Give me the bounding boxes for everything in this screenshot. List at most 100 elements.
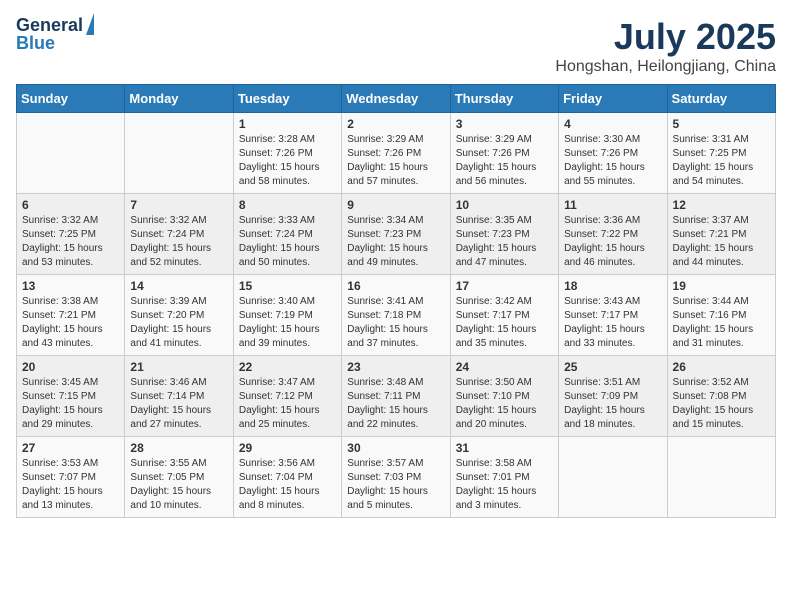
day-info: Sunrise: 3:29 AM Sunset: 7:26 PM Dayligh… <box>347 133 444 189</box>
logo-blue: Blue <box>16 34 55 54</box>
day-number: 14 <box>130 279 227 293</box>
day-info: Sunrise: 3:57 AM Sunset: 7:03 PM Dayligh… <box>347 457 444 513</box>
calendar-cell: 29Sunrise: 3:56 AM Sunset: 7:04 PM Dayli… <box>233 437 341 518</box>
calendar-cell: 14 Sunrise: 3:39 AM Sunset: 7:20 PM Dayli… <box>125 275 233 356</box>
day-info: Sunrise: 3:52 AM Sunset: 7:08 PM Dayligh… <box>673 376 770 432</box>
weekday-header: Friday <box>559 85 667 113</box>
day-number: 12 <box>673 198 770 212</box>
day-info: Sunrise: 3:40 AM Sunset: 7:19 PM Dayligh… <box>239 295 336 351</box>
day-info: Sunrise: 3:58 AM Sunset: 7:01 PM Dayligh… <box>456 457 553 513</box>
day-number: 16 <box>347 279 444 293</box>
day-number: 31 <box>456 441 553 455</box>
weekday-header: Thursday <box>450 85 558 113</box>
calendar-cell <box>125 113 233 194</box>
day-number: 20 <box>22 360 119 374</box>
day-number: 6 <box>22 198 119 212</box>
day-number: 9 <box>347 198 444 212</box>
calendar-cell: 26 Sunrise: 3:52 AM Sunset: 7:08 PM Dayli… <box>667 356 775 437</box>
day-number: 26 <box>673 360 770 374</box>
day-info: Sunrise: 3:44 AM Sunset: 7:16 PM Dayligh… <box>673 295 770 351</box>
calendar-cell: 8 Sunrise: 3:33 AM Sunset: 7:24 PM Daylig… <box>233 194 341 275</box>
day-number: 30 <box>347 441 444 455</box>
day-number: 23 <box>347 360 444 374</box>
day-info: Sunrise: 3:31 AM Sunset: 7:25 PM Dayligh… <box>673 133 770 189</box>
day-info: Sunrise: 3:55 AM Sunset: 7:05 PM Dayligh… <box>130 457 227 513</box>
day-number: 3 <box>456 117 553 131</box>
logo: General Blue <box>16 16 94 54</box>
day-info: Sunrise: 3:30 AM Sunset: 7:26 PM Dayligh… <box>564 133 661 189</box>
day-info: Sunrise: 3:51 AM Sunset: 7:09 PM Dayligh… <box>564 376 661 432</box>
day-number: 17 <box>456 279 553 293</box>
calendar-cell: 17 Sunrise: 3:42 AM Sunset: 7:17 PM Dayli… <box>450 275 558 356</box>
day-number: 4 <box>564 117 661 131</box>
calendar-cell: 28 Sunrise: 3:55 AM Sunset: 7:05 PM Dayli… <box>125 437 233 518</box>
day-info: Sunrise: 3:33 AM Sunset: 7:24 PM Dayligh… <box>239 214 336 270</box>
calendar-cell: 1 Sunrise: 3:28 AM Sunset: 7:26 PM Daylig… <box>233 113 341 194</box>
calendar-week-row: 6 Sunrise: 3:32 AM Sunset: 7:25 PM Daylig… <box>17 194 776 275</box>
day-info: Sunrise: 3:34 AM Sunset: 7:23 PM Dayligh… <box>347 214 444 270</box>
calendar-cell: 13Sunrise: 3:38 AM Sunset: 7:21 PM Dayli… <box>17 275 125 356</box>
day-info: Sunrise: 3:32 AM Sunset: 7:24 PM Dayligh… <box>130 214 227 270</box>
day-number: 29 <box>239 441 336 455</box>
calendar-week-row: 1 Sunrise: 3:28 AM Sunset: 7:26 PM Daylig… <box>17 113 776 194</box>
calendar-cell: 24 Sunrise: 3:50 AM Sunset: 7:10 PM Dayli… <box>450 356 558 437</box>
calendar-cell: 20 Sunrise: 3:45 AM Sunset: 7:15 PM Dayli… <box>17 356 125 437</box>
calendar-cell: 27Sunrise: 3:53 AM Sunset: 7:07 PM Dayli… <box>17 437 125 518</box>
calendar-cell: 18 Sunrise: 3:43 AM Sunset: 7:17 PM Dayli… <box>559 275 667 356</box>
day-number: 8 <box>239 198 336 212</box>
weekday-header: Monday <box>125 85 233 113</box>
day-info: Sunrise: 3:38 AM Sunset: 7:21 PM Dayligh… <box>22 295 119 351</box>
day-info: Sunrise: 3:37 AM Sunset: 7:21 PM Dayligh… <box>673 214 770 270</box>
day-info: Sunrise: 3:28 AM Sunset: 7:26 PM Dayligh… <box>239 133 336 189</box>
calendar-cell: 10 Sunrise: 3:35 AM Sunset: 7:23 PM Dayli… <box>450 194 558 275</box>
calendar-cell: 11 Sunrise: 3:36 AM Sunset: 7:22 PM Dayli… <box>559 194 667 275</box>
day-number: 11 <box>564 198 661 212</box>
calendar-cell: 22Sunrise: 3:47 AM Sunset: 7:12 PM Dayli… <box>233 356 341 437</box>
day-info: Sunrise: 3:39 AM Sunset: 7:20 PM Dayligh… <box>130 295 227 351</box>
day-number: 24 <box>456 360 553 374</box>
calendar-cell: 15 Sunrise: 3:40 AM Sunset: 7:19 PM Dayli… <box>233 275 341 356</box>
calendar-cell: 31 Sunrise: 3:58 AM Sunset: 7:01 PM Dayli… <box>450 437 558 518</box>
day-number: 10 <box>456 198 553 212</box>
day-info: Sunrise: 3:53 AM Sunset: 7:07 PM Dayligh… <box>22 457 119 513</box>
day-number: 18 <box>564 279 661 293</box>
day-info: Sunrise: 3:36 AM Sunset: 7:22 PM Dayligh… <box>564 214 661 270</box>
weekday-header: Wednesday <box>342 85 450 113</box>
calendar-cell: 30 Sunrise: 3:57 AM Sunset: 7:03 PM Dayli… <box>342 437 450 518</box>
day-number: 1 <box>239 117 336 131</box>
day-info: Sunrise: 3:48 AM Sunset: 7:11 PM Dayligh… <box>347 376 444 432</box>
location-title: Hongshan, Heilongjiang, China <box>555 58 776 76</box>
day-info: Sunrise: 3:43 AM Sunset: 7:17 PM Dayligh… <box>564 295 661 351</box>
calendar-cell <box>667 437 775 518</box>
calendar-cell: 2Sunrise: 3:29 AM Sunset: 7:26 PM Daylig… <box>342 113 450 194</box>
calendar-header-row: SundayMondayTuesdayWednesdayThursdayFrid… <box>17 85 776 113</box>
calendar-cell: 12 Sunrise: 3:37 AM Sunset: 7:21 PM Dayli… <box>667 194 775 275</box>
calendar-cell: 9 Sunrise: 3:34 AM Sunset: 7:23 PM Daylig… <box>342 194 450 275</box>
calendar-cell: 5 Sunrise: 3:31 AM Sunset: 7:25 PM Daylig… <box>667 113 775 194</box>
day-number: 28 <box>130 441 227 455</box>
calendar-cell: 23 Sunrise: 3:48 AM Sunset: 7:11 PM Dayli… <box>342 356 450 437</box>
day-info: Sunrise: 3:32 AM Sunset: 7:25 PM Dayligh… <box>22 214 119 270</box>
weekday-header: Saturday <box>667 85 775 113</box>
day-number: 7 <box>130 198 227 212</box>
calendar-week-row: 20 Sunrise: 3:45 AM Sunset: 7:15 PM Dayli… <box>17 356 776 437</box>
day-info: Sunrise: 3:42 AM Sunset: 7:17 PM Dayligh… <box>456 295 553 351</box>
calendar-cell: 3 Sunrise: 3:29 AM Sunset: 7:26 PM Daylig… <box>450 113 558 194</box>
day-number: 15 <box>239 279 336 293</box>
month-title: July 2025 <box>555 16 776 58</box>
calendar-week-row: 27Sunrise: 3:53 AM Sunset: 7:07 PM Dayli… <box>17 437 776 518</box>
day-info: Sunrise: 3:45 AM Sunset: 7:15 PM Dayligh… <box>22 376 119 432</box>
calendar-table: SundayMondayTuesdayWednesdayThursdayFrid… <box>16 84 776 518</box>
calendar-cell: 4 Sunrise: 3:30 AM Sunset: 7:26 PM Daylig… <box>559 113 667 194</box>
weekday-header: Tuesday <box>233 85 341 113</box>
calendar-cell: 16Sunrise: 3:41 AM Sunset: 7:18 PM Dayli… <box>342 275 450 356</box>
day-info: Sunrise: 3:29 AM Sunset: 7:26 PM Dayligh… <box>456 133 553 189</box>
day-number: 19 <box>673 279 770 293</box>
day-number: 5 <box>673 117 770 131</box>
calendar-cell: 25Sunrise: 3:51 AM Sunset: 7:09 PM Dayli… <box>559 356 667 437</box>
day-info: Sunrise: 3:35 AM Sunset: 7:23 PM Dayligh… <box>456 214 553 270</box>
calendar-week-row: 13Sunrise: 3:38 AM Sunset: 7:21 PM Dayli… <box>17 275 776 356</box>
day-info: Sunrise: 3:46 AM Sunset: 7:14 PM Dayligh… <box>130 376 227 432</box>
calendar-cell: 7 Sunrise: 3:32 AM Sunset: 7:24 PM Daylig… <box>125 194 233 275</box>
day-info: Sunrise: 3:50 AM Sunset: 7:10 PM Dayligh… <box>456 376 553 432</box>
